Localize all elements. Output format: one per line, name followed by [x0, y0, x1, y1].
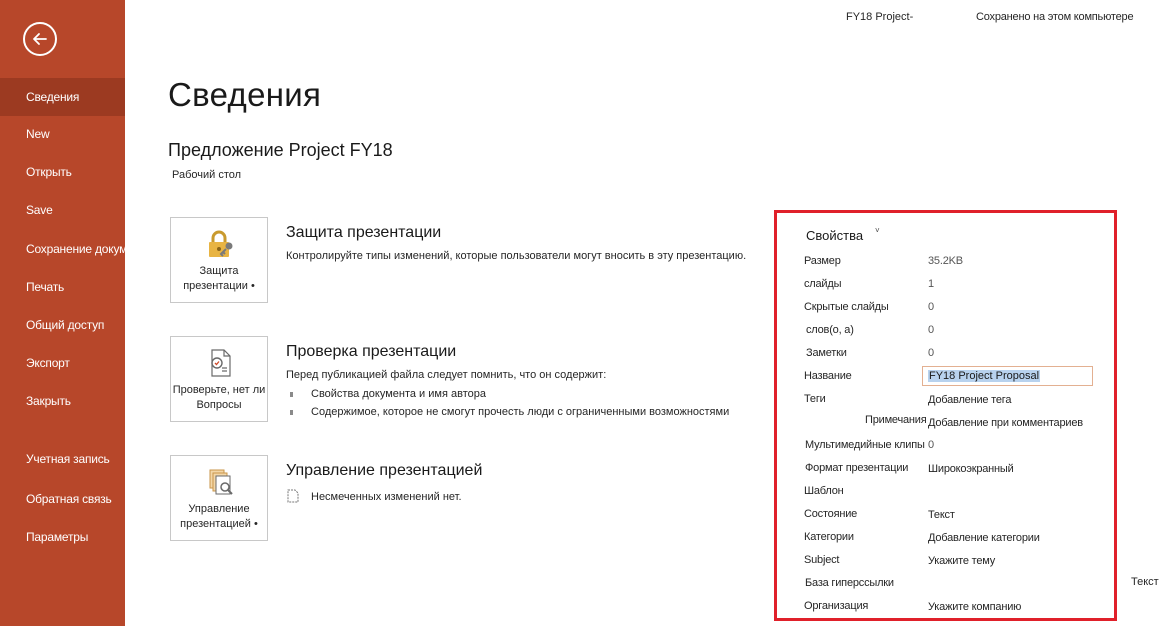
nav-item-new[interactable]: New — [0, 115, 125, 153]
prop-label-size: Размер — [804, 255, 841, 267]
prop-label-hyperlink-base: База гиперссылки — [805, 577, 894, 589]
document-location[interactable]: Рабочий стол — [172, 169, 241, 181]
prop-value-media: 0 — [928, 439, 934, 451]
nav-item-options[interactable]: Параметры — [0, 518, 125, 556]
prop-label-hidden-slides: Скрытые слайды — [804, 301, 889, 313]
inspect-bullet-2: Содержимое, которое не смогут прочесть л… — [311, 406, 730, 418]
nav-item-close[interactable]: Закрыть — [0, 382, 125, 420]
prop-value-comments[interactable]: Добавление при комментариев — [928, 417, 1083, 429]
prop-label-tags: Теги — [804, 393, 826, 405]
protect-description: Контролируйте типы изменений, которые по… — [286, 250, 747, 262]
nav-item-open[interactable]: Открыть — [0, 153, 125, 191]
inspect-tile-label: Проверьте, нет ли — [172, 384, 266, 396]
page-title: Сведения — [168, 76, 322, 113]
title-field[interactable]: FY18 Project Proposal — [922, 366, 1093, 386]
prop-value-status[interactable]: Текст — [928, 509, 955, 521]
prop-label-subject: Subject — [804, 554, 840, 566]
prop-value-size: 35.2KB — [928, 255, 963, 267]
prop-label-template: Шаблон — [804, 485, 844, 497]
prop-label-format: Формат презентации — [805, 462, 909, 474]
document-name: Предложение Project FY18 — [168, 140, 393, 160]
nav-item-info[interactable]: Сведения — [0, 78, 125, 116]
prop-label-title: Название — [804, 370, 852, 382]
protect-heading: Защита презентации — [286, 224, 442, 241]
prop-value-categories[interactable]: Добавление категории — [928, 532, 1040, 544]
prop-value-notes: 0 — [928, 347, 934, 359]
prop-label-company: Организация — [804, 600, 869, 612]
prop-label-notes: Заметки — [806, 347, 847, 359]
prop-label-words: слов(о, а) — [806, 324, 854, 336]
prop-label-status: Состояние — [804, 508, 858, 520]
file-title: FY18 Project- — [846, 11, 914, 23]
save-status: Сохранено на этом компьютере — [976, 11, 1134, 23]
prop-value-tags[interactable]: Добавление тега — [928, 394, 1012, 406]
inspect-document-icon — [211, 349, 231, 377]
properties-dropdown[interactable]: Свойства — [806, 228, 863, 243]
nav-item-save[interactable]: Save — [0, 191, 125, 229]
inspect-bullet-1: Свойства документа и имя автора — [311, 388, 486, 400]
manage-tile-label: Управление — [188, 503, 250, 515]
prop-value-company[interactable]: Укажите компанию — [928, 601, 1021, 613]
nav-item-save-as[interactable]: Сохранение документа — [0, 230, 152, 268]
inspect-tile-label-2: Вопросы — [196, 399, 242, 411]
document-icon — [287, 489, 299, 503]
prop-label-comments: Примечания — [865, 414, 927, 426]
inspect-heading: Проверка презентации — [286, 343, 457, 360]
prop-label-slides: слайды — [804, 278, 842, 290]
back-arrow-icon — [33, 33, 47, 45]
nav-item-print[interactable]: Печать — [0, 268, 125, 306]
prop-value-slides: 1 — [928, 278, 934, 290]
nav-item-share[interactable]: Общий доступ — [0, 306, 125, 344]
inspect-description: Перед публикацией файла следует помнить,… — [286, 369, 607, 381]
backstage-sidebar: Сведения New Открыть Save Сохранение док… — [0, 0, 152, 626]
manage-document-icon — [209, 469, 233, 495]
back-button[interactable] — [23, 22, 57, 56]
protect-presentation-button[interactable]: Защита презентации • — [170, 217, 268, 303]
manage-tile-label-2: презентацией • — [180, 518, 258, 530]
chevron-down-icon[interactable]: ˅ — [875, 226, 880, 235]
prop-value-words: 0 — [928, 324, 934, 336]
manage-heading: Управление презентацией — [286, 462, 483, 479]
bullet-icon — [290, 392, 293, 397]
check-for-issues-button[interactable]: Проверьте, нет ли Вопросы — [170, 336, 268, 422]
manage-presentation-button[interactable]: Управление презентацией • — [170, 455, 268, 541]
manage-description: Несмеченных изменений нет. — [311, 491, 462, 503]
nav-item-account[interactable]: Учетная запись — [0, 440, 125, 478]
lock-key-icon — [209, 230, 233, 257]
prop-label-media: Мультимедийные клипы — [805, 439, 925, 451]
protect-tile-label-2: презентации • — [183, 280, 255, 292]
nav-item-export[interactable]: Экспорт — [0, 344, 125, 382]
prop-label-categories: Категории — [804, 531, 854, 543]
prop-value-format: Широкоэкранный — [928, 463, 1014, 475]
prop-value-hyperlink-base[interactable]: Текст — [1131, 576, 1159, 588]
bullet-icon — [290, 410, 293, 415]
protect-tile-label: Защита — [199, 265, 239, 277]
prop-value-subject[interactable]: Укажите тему — [928, 555, 995, 567]
title-field-value: FY18 Project Proposal — [928, 370, 1041, 382]
prop-value-hidden-slides: 0 — [928, 301, 934, 313]
nav-item-feedback[interactable]: Обратная связь — [0, 480, 125, 518]
